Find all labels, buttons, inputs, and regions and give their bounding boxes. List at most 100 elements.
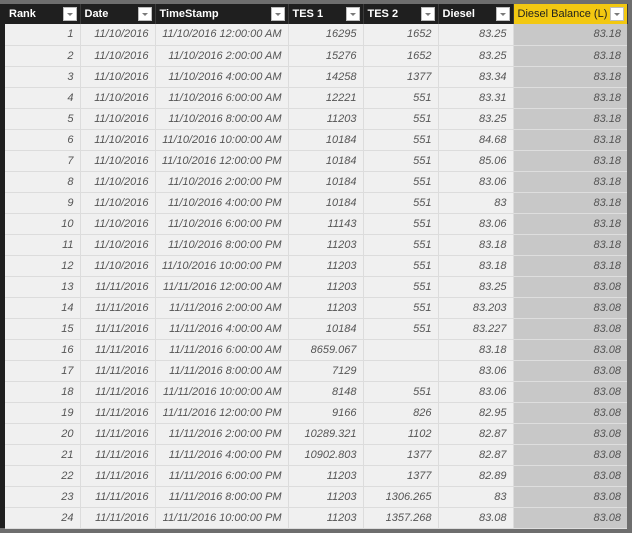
cell-timestamp[interactable]: 11/10/2016 10:00:00 AM xyxy=(155,129,289,151)
cell-tes1[interactable]: 10184 xyxy=(288,192,364,214)
cell-timestamp[interactable]: 11/11/2016 8:00:00 AM xyxy=(155,360,289,382)
table-row[interactable]: 18 11/11/2016 11/11/2016 10:00:00 AM 8148 55… xyxy=(5,381,627,403)
cell-diesel-balance[interactable]: 83.18 xyxy=(513,171,627,193)
cell-timestamp[interactable]: 11/10/2016 12:00:00 AM xyxy=(155,24,289,46)
cell-rank[interactable]: 10 xyxy=(5,213,81,235)
table-row[interactable]: 6 11/10/2016 11/10/2016 10:00:00 AM 10184 55… xyxy=(5,129,627,151)
table-row[interactable]: 16 11/11/2016 11/11/2016 6:00:00 AM 8659.06… xyxy=(5,339,627,361)
dropdown-arrow-icon[interactable] xyxy=(495,7,510,21)
cell-diesel-balance[interactable]: 83.08 xyxy=(513,276,627,298)
cell-diesel-balance[interactable]: 83.08 xyxy=(513,423,627,445)
cell-tes2[interactable]: 551 xyxy=(363,276,439,298)
table-row[interactable]: 5 11/10/2016 11/10/2016 8:00:00 AM 11203 551… xyxy=(5,108,627,130)
cell-timestamp[interactable]: 11/11/2016 2:00:00 AM xyxy=(155,297,289,319)
cell-diesel-balance[interactable]: 83.08 xyxy=(513,297,627,319)
table-row[interactable]: 7 11/10/2016 11/10/2016 12:00:00 PM 10184 55… xyxy=(5,150,627,172)
cell-timestamp[interactable]: 11/11/2016 12:00:00 AM xyxy=(155,276,289,298)
cell-rank[interactable]: 13 xyxy=(5,276,81,298)
cell-diesel[interactable]: 83.18 xyxy=(438,255,514,277)
cell-rank[interactable]: 5 xyxy=(5,108,81,130)
cell-tes2[interactable]: 551 xyxy=(363,192,439,214)
cell-tes2[interactable]: 1652 xyxy=(363,24,439,46)
cell-diesel-balance[interactable]: 83.18 xyxy=(513,66,627,88)
cell-tes2[interactable]: 551 xyxy=(363,129,439,151)
cell-diesel[interactable]: 83 xyxy=(438,486,514,508)
cell-rank[interactable]: 3 xyxy=(5,66,81,88)
cell-rank[interactable]: 11 xyxy=(5,234,81,256)
cell-timestamp[interactable]: 11/10/2016 10:00:00 PM xyxy=(155,255,289,277)
cell-diesel-balance[interactable]: 83.18 xyxy=(513,129,627,151)
cell-diesel-balance[interactable]: 83.18 xyxy=(513,24,627,46)
cell-date[interactable]: 11/10/2016 xyxy=(80,192,156,214)
cell-tes1[interactable]: 10902.803 xyxy=(288,444,364,466)
cell-diesel-balance[interactable]: 83.18 xyxy=(513,213,627,235)
cell-date[interactable]: 11/10/2016 xyxy=(80,108,156,130)
cell-tes2[interactable]: 551 xyxy=(363,381,439,403)
cell-diesel[interactable]: 83.06 xyxy=(438,381,514,403)
dropdown-arrow-icon[interactable] xyxy=(62,7,77,21)
cell-tes2[interactable] xyxy=(363,339,439,361)
cell-diesel[interactable]: 83.25 xyxy=(438,24,514,46)
cell-date[interactable]: 11/11/2016 xyxy=(80,297,156,319)
cell-rank[interactable]: 8 xyxy=(5,171,81,193)
cell-diesel[interactable]: 83.06 xyxy=(438,213,514,235)
cell-tes2[interactable] xyxy=(363,360,439,382)
cell-rank[interactable]: 16 xyxy=(5,339,81,361)
table-row[interactable]: 2 11/10/2016 11/10/2016 2:00:00 AM 15276 165… xyxy=(5,45,627,67)
cell-diesel[interactable]: 83.18 xyxy=(438,234,514,256)
cell-tes1[interactable]: 9166 xyxy=(288,402,364,424)
cell-tes2[interactable]: 551 xyxy=(363,171,439,193)
cell-rank[interactable]: 23 xyxy=(5,486,81,508)
dropdown-arrow-icon[interactable] xyxy=(420,7,435,21)
cell-date[interactable]: 11/10/2016 xyxy=(80,45,156,67)
cell-diesel-balance[interactable]: 83.18 xyxy=(513,87,627,109)
cell-rank[interactable]: 1 xyxy=(5,24,81,46)
table-row[interactable]: 12 11/10/2016 11/10/2016 10:00:00 PM 11203 5… xyxy=(5,255,627,277)
cell-rank[interactable]: 7 xyxy=(5,150,81,172)
table-row[interactable]: 10 11/10/2016 11/10/2016 6:00:00 PM 11143 55… xyxy=(5,213,627,235)
cell-diesel[interactable]: 83.203 xyxy=(438,297,514,319)
cell-rank[interactable]: 18 xyxy=(5,381,81,403)
cell-date[interactable]: 11/10/2016 xyxy=(80,87,156,109)
cell-timestamp[interactable]: 11/11/2016 12:00:00 PM xyxy=(155,402,289,424)
cell-rank[interactable]: 19 xyxy=(5,402,81,424)
cell-timestamp[interactable]: 11/10/2016 2:00:00 PM xyxy=(155,171,289,193)
cell-date[interactable]: 11/11/2016 xyxy=(80,423,156,445)
table-row[interactable]: 24 11/11/2016 11/11/2016 10:00:00 PM 11203 1… xyxy=(5,507,627,529)
cell-date[interactable]: 11/11/2016 xyxy=(80,276,156,298)
cell-diesel[interactable]: 83.34 xyxy=(438,66,514,88)
cell-diesel-balance[interactable]: 83.18 xyxy=(513,255,627,277)
cell-date[interactable]: 11/10/2016 xyxy=(80,129,156,151)
table-row[interactable]: 22 11/11/2016 11/11/2016 6:00:00 PM 11203 13… xyxy=(5,465,627,487)
cell-tes1[interactable]: 14258 xyxy=(288,66,364,88)
cell-timestamp[interactable]: 11/11/2016 6:00:00 PM xyxy=(155,465,289,487)
cell-tes1[interactable]: 10184 xyxy=(288,150,364,172)
cell-diesel-balance[interactable]: 83.08 xyxy=(513,444,627,466)
cell-tes1[interactable]: 7129 xyxy=(288,360,364,382)
cell-tes1[interactable]: 12221 xyxy=(288,87,364,109)
column-header-diesel[interactable]: Diesel xyxy=(438,4,514,24)
cell-tes2[interactable]: 1652 xyxy=(363,45,439,67)
cell-rank[interactable]: 21 xyxy=(5,444,81,466)
cell-diesel[interactable]: 82.87 xyxy=(438,423,514,445)
cell-diesel[interactable]: 83.25 xyxy=(438,45,514,67)
cell-rank[interactable]: 9 xyxy=(5,192,81,214)
cell-tes2[interactable]: 1377 xyxy=(363,444,439,466)
cell-diesel[interactable]: 83.31 xyxy=(438,87,514,109)
cell-rank[interactable]: 15 xyxy=(5,318,81,340)
cell-timestamp[interactable]: 11/11/2016 4:00:00 AM xyxy=(155,318,289,340)
cell-diesel[interactable]: 82.89 xyxy=(438,465,514,487)
cell-tes2[interactable]: 551 xyxy=(363,87,439,109)
table-row[interactable]: 8 11/10/2016 11/10/2016 2:00:00 PM 10184 551… xyxy=(5,171,627,193)
cell-diesel[interactable]: 83.227 xyxy=(438,318,514,340)
cell-timestamp[interactable]: 11/10/2016 8:00:00 AM xyxy=(155,108,289,130)
column-header-tes2[interactable]: TES 2 xyxy=(363,4,439,24)
cell-diesel-balance[interactable]: 83.08 xyxy=(513,381,627,403)
cell-timestamp[interactable]: 11/11/2016 2:00:00 PM xyxy=(155,423,289,445)
cell-timestamp[interactable]: 11/11/2016 4:00:00 PM xyxy=(155,444,289,466)
cell-date[interactable]: 11/10/2016 xyxy=(80,234,156,256)
cell-date[interactable]: 11/11/2016 xyxy=(80,381,156,403)
cell-tes2[interactable]: 1306.265 xyxy=(363,486,439,508)
cell-date[interactable]: 11/10/2016 xyxy=(80,66,156,88)
cell-date[interactable]: 11/10/2016 xyxy=(80,150,156,172)
